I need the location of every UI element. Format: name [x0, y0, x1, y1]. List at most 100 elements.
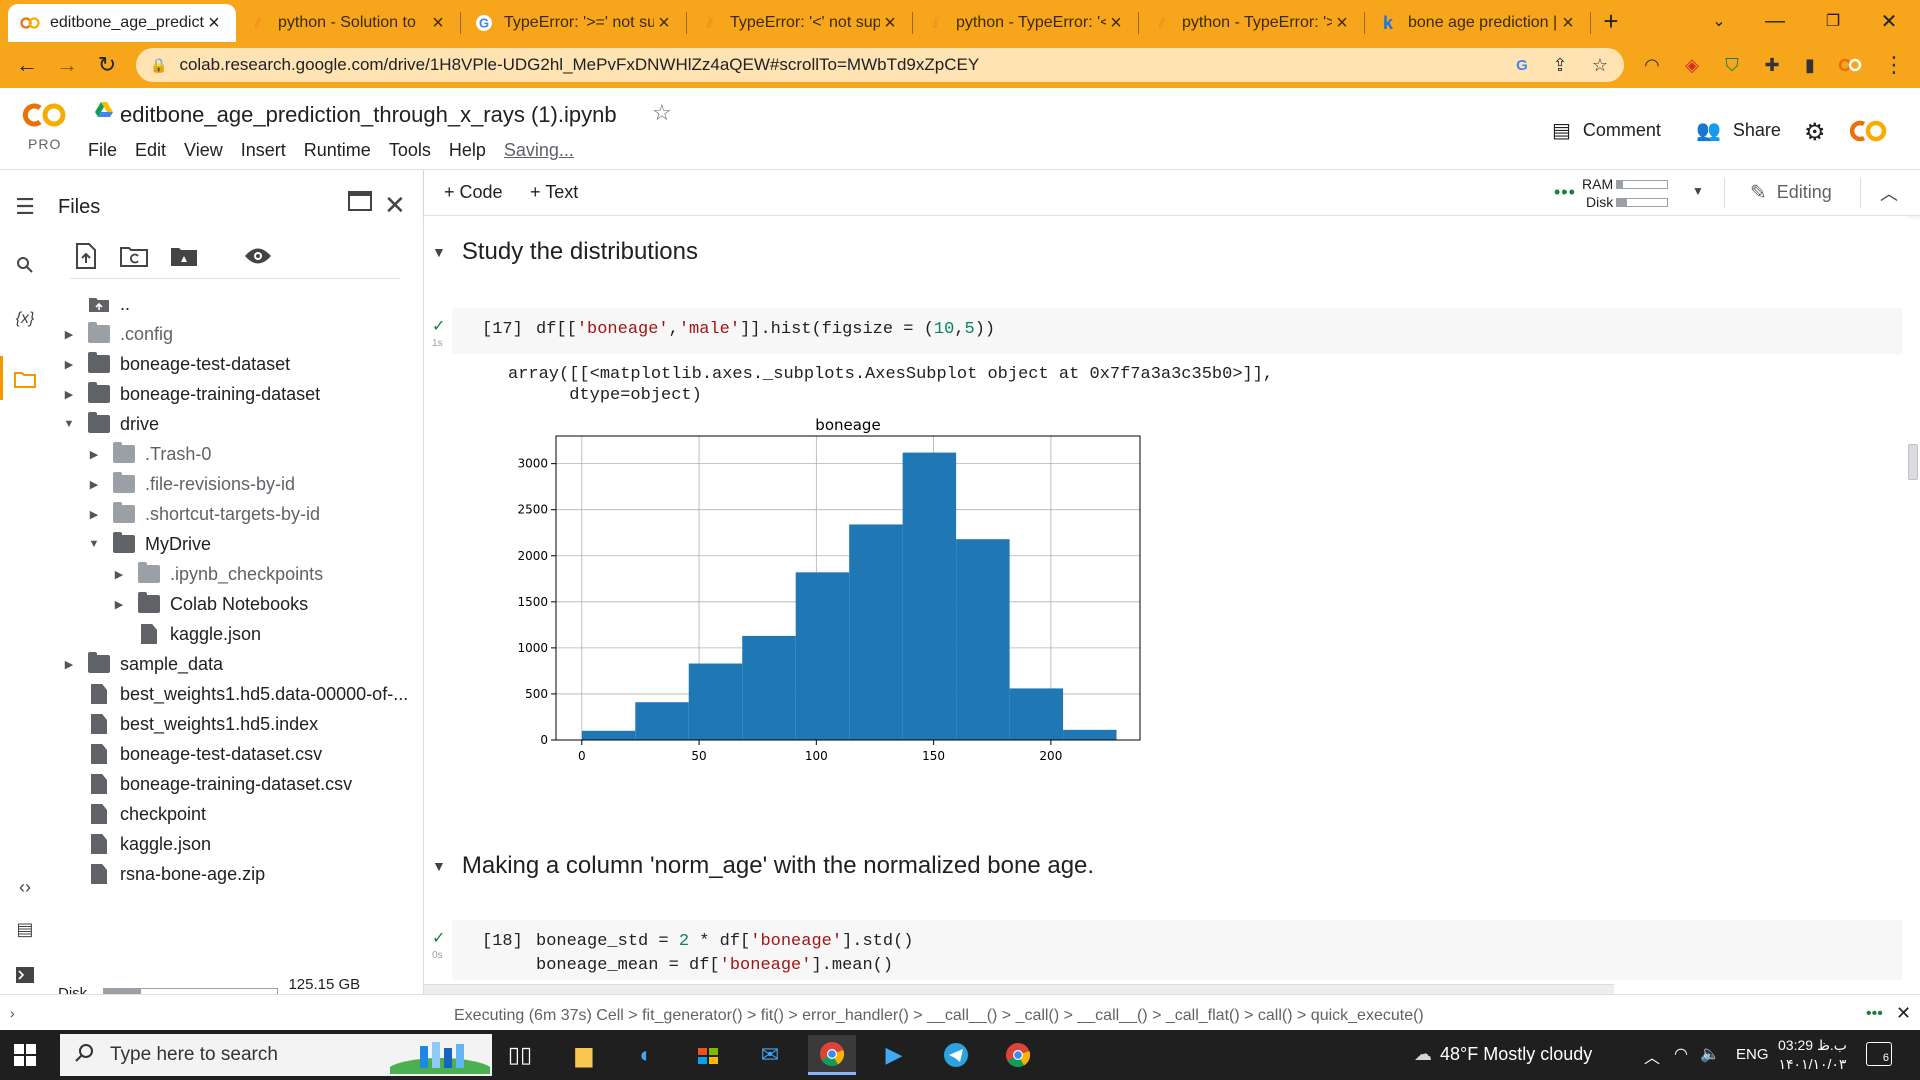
extensions-puzzle-icon[interactable]: ✚ [1758, 51, 1786, 79]
chevron-right-icon[interactable]: ▶ [62, 658, 76, 671]
extension-shield-icon[interactable]: ◈ [1678, 51, 1706, 79]
section-heading[interactable]: ▼ Study the distributions [432, 238, 698, 266]
browser-tab[interactable]: G TypeError: '>=' not su × [462, 4, 686, 42]
chevron-right-icon[interactable]: ▶ [87, 478, 101, 491]
menu-file[interactable]: File [88, 140, 117, 161]
tree-item-file[interactable]: ▶ kaggle.json [112, 620, 261, 648]
chevron-right-icon[interactable]: ▶ [62, 358, 76, 371]
menu-insert[interactable]: Insert [241, 140, 286, 161]
google-drive-icon[interactable] [95, 102, 113, 118]
chevron-down-icon[interactable]: ▼ [432, 244, 446, 260]
tree-item-file[interactable]: ▶ checkpoint [62, 800, 206, 828]
code-snippets-icon[interactable]: ‹› [10, 872, 40, 902]
tree-item-file[interactable]: ▶ best_weights1.hd5.index [62, 710, 318, 738]
more-menu-icon[interactable]: ⋮ [1880, 51, 1908, 79]
tree-item-folder[interactable]: ▶ .shortcut-targets-by-id [87, 500, 320, 528]
vertical-scrollbar-thumb[interactable] [1908, 444, 1918, 480]
chevron-right-icon[interactable]: ▶ [62, 328, 76, 341]
tree-item-folder[interactable]: ▶ sample_data [62, 650, 223, 678]
share-button[interactable]: 👥 Share [1696, 118, 1781, 143]
close-icon[interactable]: × [1332, 12, 1352, 35]
tree-item-file[interactable]: ▶ boneage-test-dataset.csv [62, 740, 322, 768]
tree-item-folder[interactable]: ▶ .ipynb_checkpoints [112, 560, 323, 588]
command-palette-icon[interactable]: ▤ [10, 914, 40, 944]
tree-item-folder[interactable]: ▶ .config [62, 320, 173, 348]
tree-item-file[interactable]: ▶ best_weights1.hd5.data-00000-of-... [62, 680, 408, 708]
add-code-cell-button[interactable]: + Code [444, 182, 503, 203]
terminal-icon[interactable] [10, 960, 40, 990]
address-bar[interactable]: 🔒 colab.research.google.com/drive/1H8VPl… [136, 48, 1624, 82]
tree-item-folder[interactable]: ▶ Colab Notebooks [112, 590, 308, 618]
star-icon[interactable]: ☆ [652, 100, 672, 126]
close-icon[interactable]: × [428, 12, 448, 35]
clock[interactable]: 03:29 ب.ظ ۱۴۰۱/۱۰/۰۳ [1778, 1036, 1847, 1074]
restore-button[interactable]: ❐ [1810, 0, 1856, 42]
task-view-icon[interactable]: ▯▯ [496, 1035, 544, 1075]
code-line[interactable]: df[['boneage','male']].hist(figsize = (1… [536, 320, 995, 339]
tree-item-folder[interactable]: ▼ MyDrive [87, 530, 211, 558]
editing-mode-button[interactable]: ✎ Editing [1750, 180, 1832, 205]
upload-file-icon[interactable] [70, 240, 102, 272]
notifications-icon[interactable]: 6 [1866, 1042, 1892, 1066]
tree-item-file[interactable]: ▶ kaggle.json [62, 830, 211, 858]
menu-help[interactable]: Help [449, 140, 486, 161]
tree-item-folder[interactable]: ▶ boneage-test-dataset [62, 350, 290, 378]
code-line[interactable]: boneage_mean = df['boneage'].mean() [536, 956, 893, 975]
menu-view[interactable]: View [184, 140, 223, 161]
close-icon[interactable]: × [204, 12, 224, 35]
tree-item-folder[interactable]: ▶ .file-revisions-by-id [87, 470, 295, 498]
notebook-title[interactable]: editbone_age_prediction_through_x_rays (… [120, 102, 617, 128]
forward-button[interactable]: → [52, 50, 82, 80]
extension-vpn-icon[interactable]: ⛉ [1718, 51, 1746, 79]
browser-tab[interactable]: editbone_age_predict × [8, 4, 236, 42]
edge-browser-icon[interactable]: ◐ [622, 1035, 670, 1075]
tree-item-folder[interactable]: ▼ drive [62, 410, 159, 438]
search-icon[interactable] [10, 250, 40, 280]
file-explorer-icon[interactable]: ▆ [560, 1035, 608, 1075]
comment-button[interactable]: ▤ Comment [1552, 118, 1661, 143]
volume-icon[interactable]: 🔈 [1700, 1044, 1720, 1064]
weather-widget[interactable]: ☁ 48°F Mostly cloudy [1414, 1044, 1592, 1065]
mail-icon[interactable]: ✉ [746, 1035, 794, 1075]
chevron-down-icon[interactable]: ▼ [62, 418, 76, 430]
extension-arc-icon[interactable]: ◠ [1638, 51, 1666, 79]
taskbar-search-box[interactable]: Type here to search [60, 1034, 492, 1076]
chevron-right-icon[interactable]: ▶ [87, 448, 101, 461]
mount-drive-icon[interactable] [168, 240, 200, 272]
folder-icon[interactable] [10, 364, 40, 394]
tree-item-folder[interactable]: ▶ .Trash-0 [87, 440, 211, 468]
close-icon[interactable]: × [1558, 12, 1578, 35]
chevron-right-icon[interactable]: ▶ [112, 568, 126, 581]
code-line[interactable]: boneage_std = 2 * df['boneage'].std() [536, 932, 914, 951]
google-lens-icon[interactable]: G [1508, 51, 1536, 79]
telegram-icon[interactable] [932, 1035, 980, 1075]
horizontal-scrollbar[interactable] [424, 984, 1614, 994]
chevron-right-icon[interactable]: ▶ [62, 388, 76, 401]
resource-dropdown-icon[interactable]: ▼ [1692, 184, 1704, 198]
add-text-cell-button[interactable]: + Text [530, 182, 578, 203]
browser-tab[interactable]: ⫽ TypeError: '<' not sup × [688, 4, 912, 42]
tree-item-folder[interactable]: ▶ boneage-training-dataset [62, 380, 320, 408]
table-of-contents-icon[interactable]: ☰ [10, 192, 40, 222]
browser-tab[interactable]: ⫽ python - TypeError: '> × [1140, 4, 1364, 42]
back-button[interactable]: ← [12, 50, 42, 80]
tree-item-file[interactable]: ▶ boneage-training-dataset.csv [62, 770, 352, 798]
section-heading[interactable]: ▼ Making a column 'norm_age' with the no… [432, 852, 1094, 880]
colab-logo[interactable] [18, 100, 72, 130]
tab-search-chevron-icon[interactable]: ⌄ [1696, 0, 1742, 42]
minimize-button[interactable]: — [1752, 0, 1798, 42]
share-page-icon[interactable]: ⇪ [1546, 51, 1574, 79]
tree-item-up[interactable]: ▶ .. [62, 290, 130, 318]
browser-tab[interactable]: ⫽ python - Solution to × [236, 4, 460, 42]
refresh-folder-icon[interactable] [118, 240, 150, 272]
variables-icon[interactable]: {x} [10, 304, 40, 334]
settings-gear-icon[interactable]: ⚙ [1804, 118, 1826, 147]
close-status-icon[interactable]: ✕ [1896, 1003, 1911, 1024]
chevron-right-icon[interactable]: ▶ [87, 508, 101, 521]
browser-tab[interactable]: ⫽ python - TypeError: '< × [914, 4, 1138, 42]
account-colab-icon[interactable] [1846, 118, 1890, 144]
show-hidden-eye-icon[interactable] [242, 240, 274, 272]
chevron-right-icon[interactable]: ▶ [112, 598, 126, 611]
wifi-icon[interactable]: ◠ [1674, 1044, 1688, 1064]
chevron-down-icon[interactable]: ▼ [432, 858, 446, 874]
